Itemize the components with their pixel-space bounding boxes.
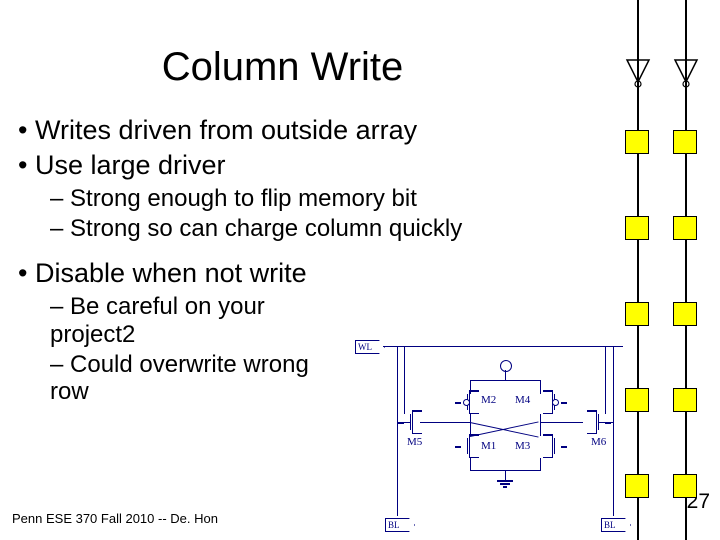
wire xyxy=(551,422,583,423)
m6-label: M6 xyxy=(591,436,606,448)
wire xyxy=(404,346,405,414)
m1-label: M1 xyxy=(481,440,496,452)
wire xyxy=(420,422,458,423)
bullet-text: Strong enough to flip memory bit xyxy=(70,185,417,212)
wire xyxy=(397,422,410,423)
slide-title: Column Write xyxy=(0,45,565,90)
slide: Column Write • Writes driven from outsid… xyxy=(0,0,720,540)
bullet-item: • Writes driven from outside array xyxy=(18,115,558,146)
transistor-m6 xyxy=(581,410,599,434)
transistor-m3 xyxy=(537,434,555,458)
bl-label: BL xyxy=(385,518,415,532)
footer-text: Penn ESE 370 Fall 2010 -- De. Hon xyxy=(12,511,218,526)
wire xyxy=(599,422,613,423)
bullet-item: • Disable when not write xyxy=(18,258,558,289)
memory-cell-icon xyxy=(673,388,697,412)
transistor-m4 xyxy=(537,390,555,414)
wire xyxy=(470,380,540,381)
wire xyxy=(540,414,541,436)
memory-cell-icon xyxy=(673,130,697,154)
sub-bullet-item: – Be careful on your project2 xyxy=(50,293,330,348)
sub-bullet-item: – Strong so can charge column quickly xyxy=(50,215,558,243)
bullet-text: Disable when not write xyxy=(35,258,307,288)
wire xyxy=(613,346,614,516)
wl-label: WL xyxy=(355,340,385,354)
wire xyxy=(470,414,471,436)
memory-cell-icon xyxy=(625,216,649,240)
wire xyxy=(505,470,506,480)
bullet-text: Writes driven from outside array xyxy=(35,115,417,145)
m3-label: M3 xyxy=(515,440,530,452)
memory-cell-icon xyxy=(673,216,697,240)
wire xyxy=(458,422,470,423)
m5-label: M5 xyxy=(407,436,422,448)
blb-label: BL xyxy=(601,518,631,532)
memory-cell-icon xyxy=(625,130,649,154)
m4-label: M4 xyxy=(515,394,530,406)
m2-label: M2 xyxy=(481,394,496,406)
bullet-item: • Use large driver xyxy=(18,150,558,181)
memory-cell-icon xyxy=(625,302,649,326)
memory-cell-icon xyxy=(673,474,697,498)
bullet-text: Use large driver xyxy=(35,150,226,180)
wire xyxy=(397,346,398,516)
sub-bullet-item: – Could overwrite wrong row xyxy=(50,351,330,406)
bullet-text: Be careful on your project2 xyxy=(50,293,265,348)
bullet-text: Strong so can charge column quickly xyxy=(70,215,462,242)
wire xyxy=(685,30,687,58)
wire xyxy=(540,458,541,470)
memory-cell-icon xyxy=(673,302,697,326)
wire xyxy=(605,346,606,414)
inverter-icon xyxy=(671,58,701,88)
sram-cell-schematic: WL BL BL M5 M6 M2 xyxy=(355,340,650,540)
wire xyxy=(383,346,623,347)
inverter-icon xyxy=(623,58,653,88)
wire xyxy=(540,422,552,423)
wire xyxy=(505,370,506,380)
wire xyxy=(470,458,471,470)
sub-bullet-item: – Strong enough to flip memory bit xyxy=(50,185,558,213)
vdd-icon xyxy=(500,360,512,372)
bullet-text: Could overwrite wrong row xyxy=(50,351,309,406)
wire xyxy=(637,30,639,58)
